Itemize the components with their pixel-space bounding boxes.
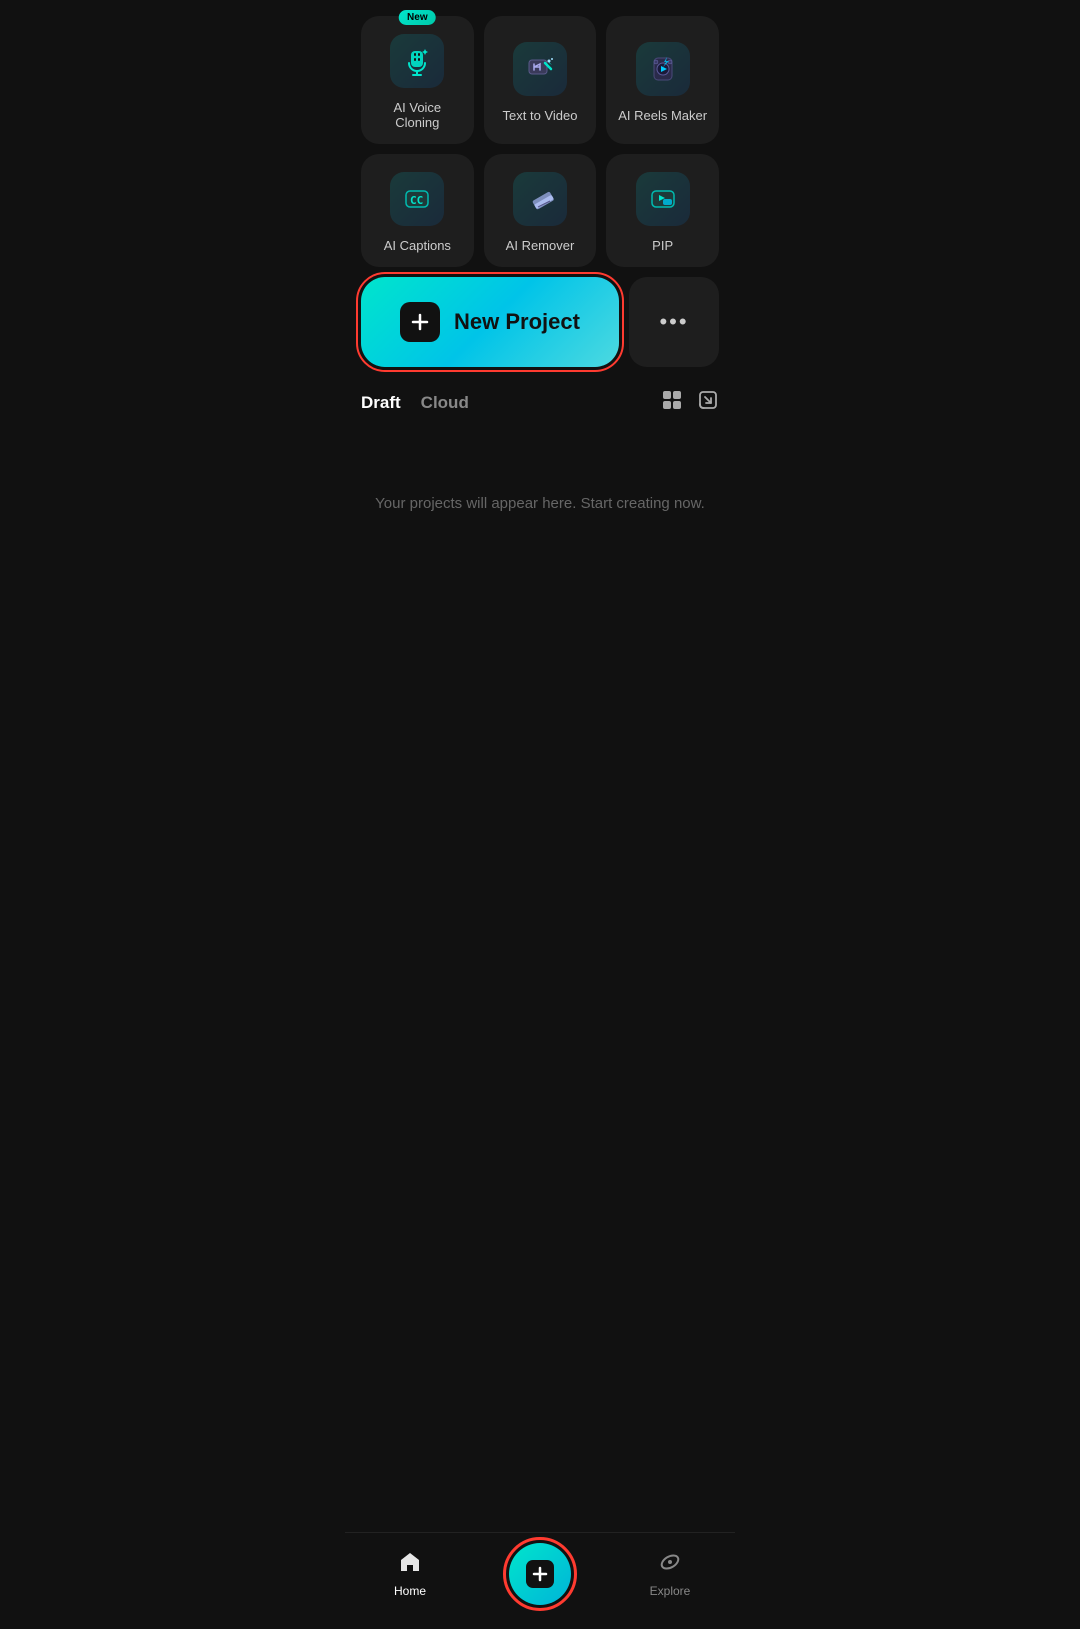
reels-icon (636, 42, 690, 96)
tool-card-ai-reels-maker[interactable]: AI Reels Maker (606, 16, 719, 144)
tool-label-ai-voice-cloning: AI Voice Cloning (371, 100, 464, 130)
tab-cloud[interactable]: Cloud (421, 385, 469, 421)
captions-icon: CC (390, 172, 444, 226)
new-project-button[interactable]: New Project (361, 277, 619, 367)
create-icon (526, 1560, 554, 1588)
tool-card-text-to-video[interactable]: Text to Video (484, 16, 597, 144)
new-badge: New (399, 10, 436, 25)
tool-label-text-to-video: Text to Video (503, 108, 578, 123)
nav-create-button[interactable] (509, 1543, 571, 1605)
more-options-button[interactable]: ••• (629, 277, 719, 367)
empty-state-text: Your projects will appear here. Start cr… (375, 495, 705, 512)
tool-grid: New AI Voice Cloning (361, 16, 719, 267)
pip-icon (636, 172, 690, 226)
action-row: New Project ••• (361, 277, 719, 367)
tool-card-ai-remover[interactable]: AI Remover (484, 154, 597, 267)
tool-card-ai-voice-cloning[interactable]: New AI Voice Cloning (361, 16, 474, 144)
export-icon[interactable] (697, 389, 719, 417)
home-icon (398, 1550, 422, 1580)
tabs-row: Draft Cloud (345, 385, 735, 421)
tab-actions (661, 389, 719, 417)
tool-label-ai-captions: AI Captions (384, 238, 451, 253)
nav-explore[interactable]: Explore (605, 1550, 735, 1598)
tool-label-pip: PIP (652, 238, 673, 253)
bottom-nav: Home Explore (345, 1532, 735, 1629)
tool-card-ai-captions[interactable]: CC AI Captions (361, 154, 474, 267)
home-label: Home (394, 1584, 426, 1598)
new-project-icon (400, 302, 440, 342)
tab-draft[interactable]: Draft (361, 385, 401, 421)
empty-state: Your projects will appear here. Start cr… (345, 435, 735, 572)
grid-view-icon[interactable] (661, 389, 683, 417)
tool-label-ai-remover: AI Remover (506, 238, 575, 253)
nav-home[interactable]: Home (345, 1550, 475, 1598)
tool-card-pip[interactable]: PIP (606, 154, 719, 267)
more-dots: ••• (659, 309, 688, 335)
svg-text:CC: CC (410, 194, 423, 207)
explore-icon (658, 1550, 682, 1580)
voice-icon (390, 34, 444, 88)
explore-label: Explore (650, 1584, 691, 1598)
new-project-label: New Project (454, 309, 580, 335)
text-to-video-icon (513, 42, 567, 96)
tool-label-ai-reels-maker: AI Reels Maker (618, 108, 707, 123)
remover-icon (513, 172, 567, 226)
